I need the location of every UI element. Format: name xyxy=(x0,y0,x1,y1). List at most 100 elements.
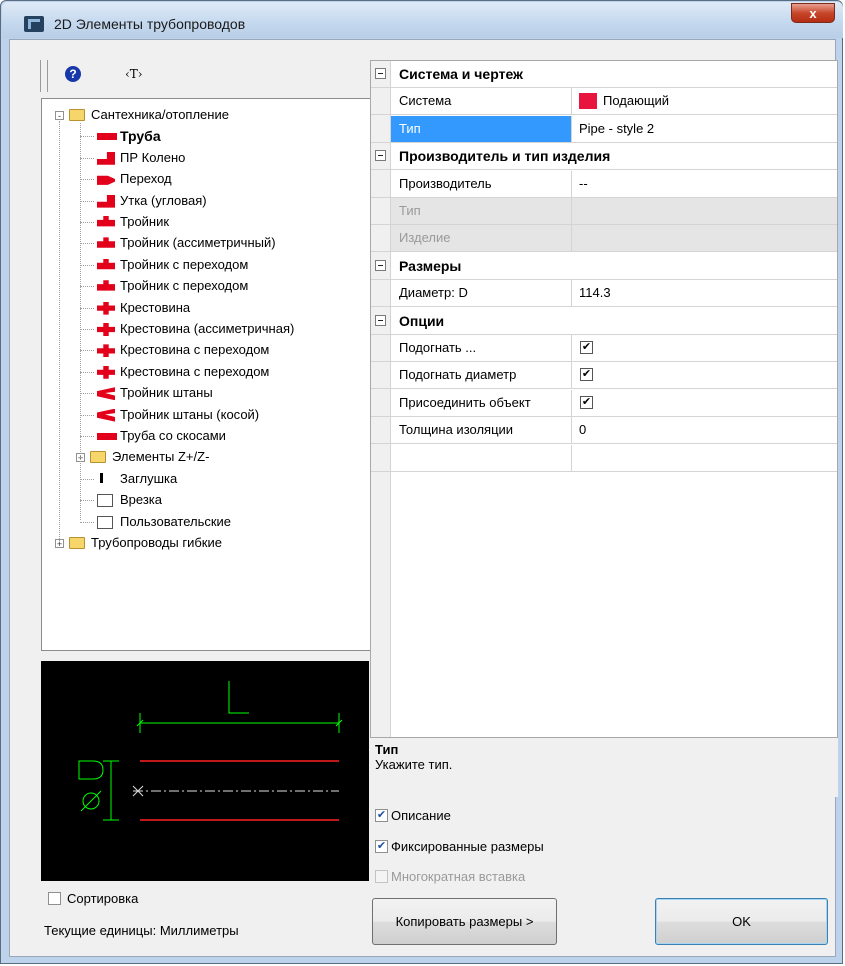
property-value[interactable]: Pipe - style 2 xyxy=(572,116,837,142)
grid-property-row[interactable]: Производитель -- xyxy=(371,170,837,198)
title-bar[interactable]: 2D Элементы трубопроводов x xyxy=(2,2,843,38)
elements-tree[interactable]: - Сантехника/отопление Труба ПР Колено Перех… xyxy=(41,98,371,651)
grid-property-row[interactable]: Подогнать ... ✔ xyxy=(371,335,837,362)
tap-icon xyxy=(97,494,113,508)
elbow-icon xyxy=(97,151,115,165)
grid-property-row[interactable] xyxy=(371,444,837,472)
grid-gutter-cell xyxy=(371,198,391,224)
tree-item[interactable]: Пользовательские xyxy=(42,513,370,531)
tree-folder[interactable]: + Трубопроводы гибкие xyxy=(42,534,370,552)
sort-label: Сортировка xyxy=(67,891,139,906)
collapse-icon[interactable] xyxy=(375,314,386,326)
grid-category-row[interactable]: Производитель и тип изделия xyxy=(371,143,837,171)
property-value[interactable]: 0 xyxy=(572,417,837,443)
grid-gutter-cell xyxy=(371,225,391,252)
property-checkbox[interactable]: ✔ xyxy=(580,395,593,409)
grid-category-row[interactable]: Опции xyxy=(371,307,837,335)
grid-gutter-cell xyxy=(371,389,391,416)
property-name[interactable]: Подогнать диаметр xyxy=(391,362,572,389)
tree-connector xyxy=(80,264,94,266)
copy-sizes-button[interactable]: Копировать размеры > xyxy=(372,898,557,945)
tree-item[interactable]: Тройник с переходом xyxy=(42,256,370,274)
property-name[interactable]: Производитель xyxy=(391,170,572,197)
grid-property-row[interactable]: Диаметр: D 114.3 xyxy=(371,280,837,308)
property-name[interactable]: Тип xyxy=(391,115,572,142)
tree-item[interactable]: Тройник штаны xyxy=(42,384,370,402)
text-tool-icon[interactable]: ‹T› xyxy=(125,67,143,81)
grid-property-row[interactable]: Изделие xyxy=(371,225,837,253)
tree-item[interactable]: Труба xyxy=(42,127,370,145)
collapse-icon[interactable]: - xyxy=(55,111,64,121)
tree-folder[interactable]: + Элементы Z+/Z- xyxy=(42,448,370,466)
property-value[interactable] xyxy=(572,198,837,224)
property-name[interactable]: Система xyxy=(391,88,572,115)
property-value[interactable]: ✔ xyxy=(572,390,837,416)
grid-gutter-cell xyxy=(371,252,391,279)
property-name[interactable]: Толщина изоляции xyxy=(391,417,572,444)
property-name[interactable]: Изделие xyxy=(391,225,572,252)
grid-category-row[interactable]: Размеры xyxy=(371,252,837,280)
tree-connector xyxy=(80,436,94,437)
property-name[interactable]: Подогнать ... xyxy=(391,335,572,361)
tree-item[interactable]: Врезка xyxy=(42,491,370,509)
tree-item[interactable]: Крестовина xyxy=(42,299,370,317)
tree-item[interactable]: ПР Колено xyxy=(42,149,370,167)
tree-item[interactable]: Переход xyxy=(42,170,370,188)
property-checkbox[interactable]: ✔ xyxy=(580,341,593,354)
property-value[interactable] xyxy=(572,445,837,471)
property-value[interactable]: Подающий xyxy=(572,88,837,114)
ok-button[interactable]: OK xyxy=(655,898,828,945)
grid-gutter-cell xyxy=(371,335,391,361)
toolbar-grip[interactable] xyxy=(40,60,48,92)
grid-gutter-cell xyxy=(371,417,391,444)
description-checkbox[interactable]: ✔ xyxy=(375,809,388,822)
grid-category-row[interactable]: Система и чертеж xyxy=(371,61,837,88)
grid-property-row[interactable]: Присоединить объект ✔ xyxy=(371,389,837,417)
tree-item-label: Пользовательские xyxy=(120,513,232,529)
grid-property-row[interactable]: Система Подающий xyxy=(371,88,837,116)
pipe-icon xyxy=(97,133,117,141)
collapse-icon[interactable] xyxy=(375,150,386,162)
tree-item[interactable]: Утка (угловая) xyxy=(42,192,370,210)
tree-item-label: Врезка xyxy=(120,492,163,508)
tree-item-label: Элементы Z+/Z- xyxy=(112,449,210,465)
tree-item[interactable]: Крестовина с переходом xyxy=(42,363,370,381)
property-name[interactable]: Присоединить объект xyxy=(391,389,572,416)
sort-checkbox[interactable] xyxy=(48,892,61,905)
tree-item[interactable]: Крестовина с переходом xyxy=(42,341,370,359)
property-name[interactable] xyxy=(391,444,572,471)
grid-category-label: Опции xyxy=(399,312,445,329)
tree-item[interactable]: Заглушка xyxy=(42,470,370,488)
property-value[interactable] xyxy=(572,225,837,252)
property-checkbox[interactable]: ✔ xyxy=(580,368,593,382)
property-value[interactable]: ✔ xyxy=(572,335,837,361)
tree-item[interactable]: Труба со скосами xyxy=(42,427,370,445)
grid-property-row[interactable]: Толщина изоляции 0 xyxy=(371,417,837,445)
property-value[interactable]: ✔ xyxy=(572,362,837,388)
tree-folder[interactable]: - Сантехника/отопление xyxy=(42,106,370,124)
tree-item[interactable]: Крестовина (ассиметричная) xyxy=(42,320,370,338)
collapse-icon[interactable] xyxy=(375,68,386,79)
property-name[interactable]: Диаметр: D xyxy=(391,280,572,307)
dialog-client-area: ? ‹T› - Сантехника/отопление Труба ПР Колен… xyxy=(9,39,838,957)
tree-item[interactable]: Тройник (ассиметричный) xyxy=(42,234,370,252)
property-value[interactable]: 114.3 xyxy=(572,280,837,306)
property-grid[interactable]: Система и чертеж Система Подающий Тип Pipe -… xyxy=(370,60,838,766)
tree-connector xyxy=(80,200,94,202)
collapse-icon[interactable] xyxy=(375,259,386,271)
property-name[interactable]: Тип xyxy=(391,198,572,224)
tree-item-label: Тройник с переходом xyxy=(120,256,249,272)
close-button[interactable]: x xyxy=(791,3,835,23)
tree-item[interactable]: Тройник с переходом xyxy=(42,277,370,295)
help-icon[interactable]: ? xyxy=(65,66,81,82)
tree-item[interactable]: Тройник xyxy=(42,213,370,231)
grid-property-row[interactable]: Подогнать диаметр ✔ xyxy=(371,362,837,390)
multi-insert-label: Многократная вставка xyxy=(391,869,526,884)
description-text: Укажите тип. xyxy=(375,757,453,772)
multi-insert-checkbox[interactable] xyxy=(375,870,388,883)
grid-property-row[interactable]: Тип Pipe - style 2 xyxy=(371,115,837,143)
fixed-sizes-checkbox[interactable]: ✔ xyxy=(375,840,388,853)
tree-item[interactable]: Тройник штаны (косой) xyxy=(42,406,370,424)
grid-property-row[interactable]: Тип xyxy=(371,198,837,225)
property-value[interactable]: -- xyxy=(572,171,837,197)
